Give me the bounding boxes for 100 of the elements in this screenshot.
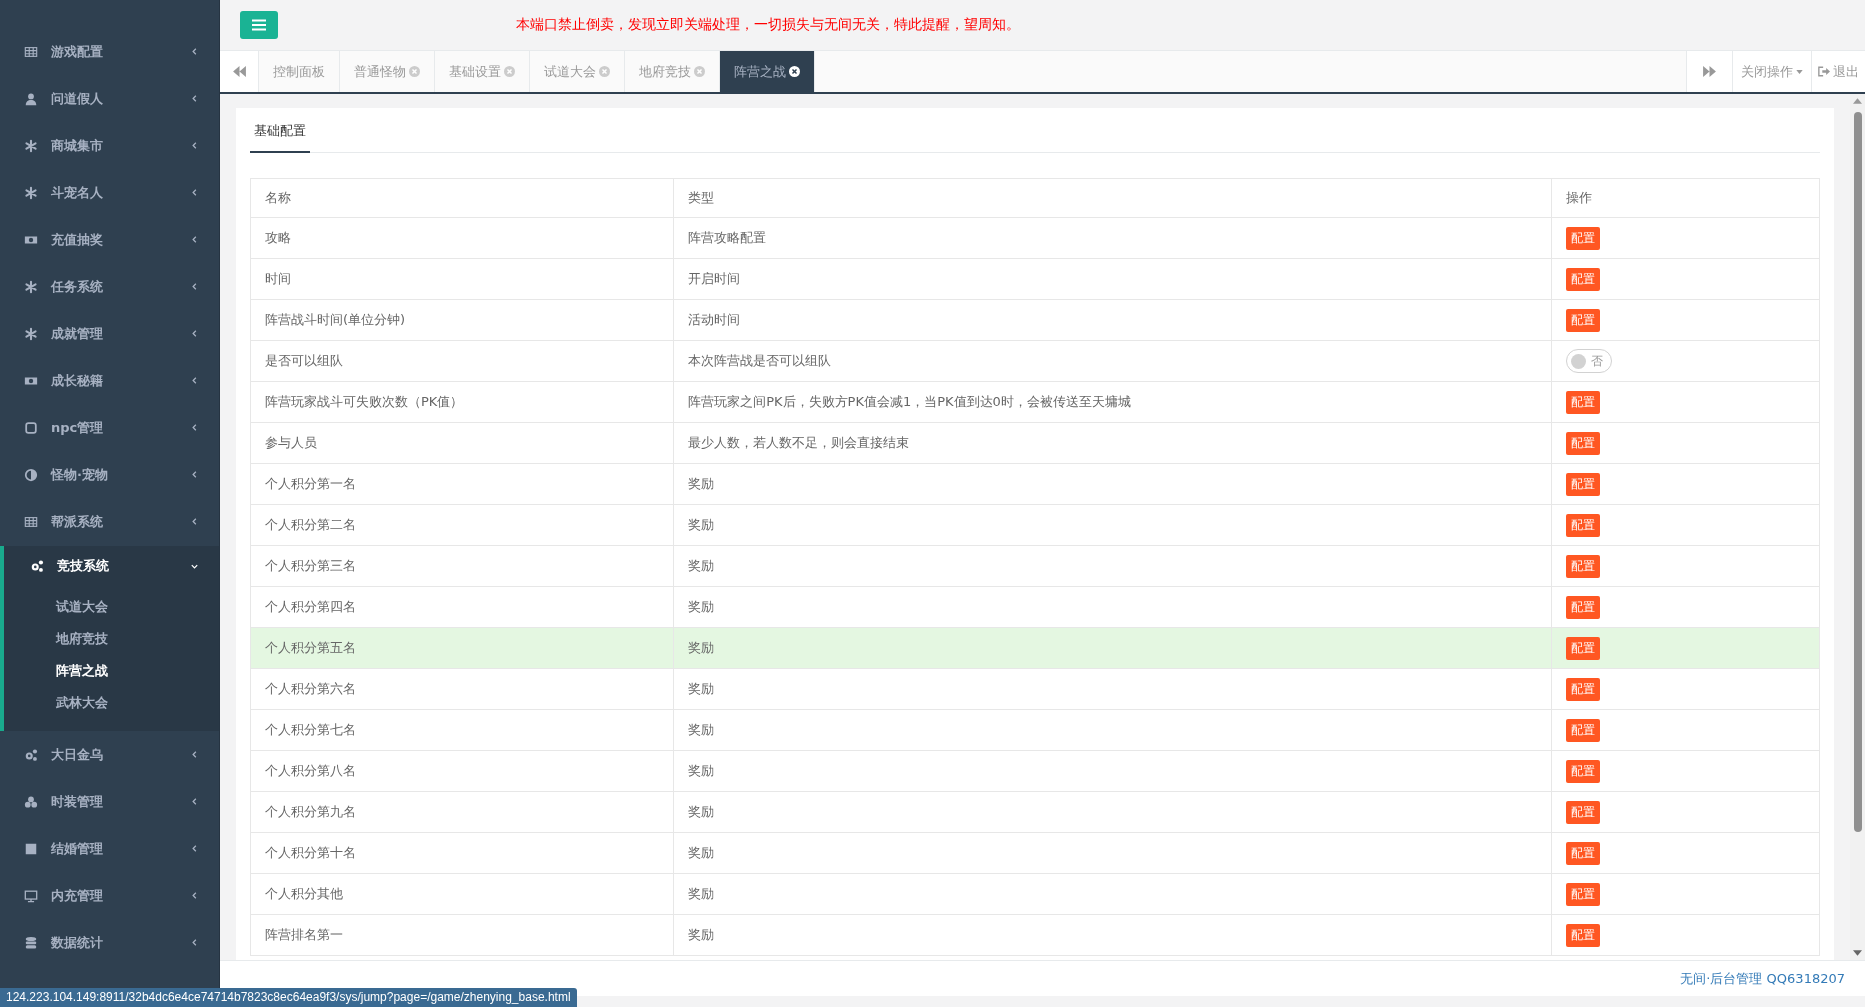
table-cell: 个人积分第九名	[250, 791, 674, 833]
config-button[interactable]: 配置	[1565, 800, 1600, 824]
config-button[interactable]: 配置	[1565, 390, 1600, 414]
scroll-up-icon[interactable]	[1853, 98, 1862, 104]
sidebar-item[interactable]: 竞技系统	[4, 546, 219, 586]
submenu-item[interactable]: 试道大会	[4, 591, 219, 623]
table-cell: 个人积分第三名	[250, 545, 674, 587]
sidebar-item[interactable]: 斗宠名人	[0, 169, 219, 216]
chevron-icon	[190, 844, 199, 853]
config-button[interactable]: 配置	[1565, 431, 1600, 455]
sidebar-item[interactable]: 数据统计	[0, 919, 219, 966]
sidebar-item[interactable]: 任务系统	[0, 263, 219, 310]
config-button[interactable]: 配置	[1565, 841, 1600, 865]
table-cell: 阵营排名第一	[250, 914, 674, 956]
table-cell: 奖励	[673, 750, 1552, 792]
chevron-icon	[190, 141, 199, 150]
user-icon	[24, 91, 38, 106]
close-icon[interactable]	[789, 66, 800, 77]
sidebar-item[interactable]: 内充管理	[0, 872, 219, 919]
config-button[interactable]: 配置	[1565, 595, 1600, 619]
column-header: 类型	[673, 178, 1552, 218]
sidebar-item[interactable]: npc管理	[0, 404, 219, 451]
table-cell: 奖励	[673, 545, 1552, 587]
scroll-left-button[interactable]	[220, 51, 259, 92]
table-cell: 是否可以组队	[250, 340, 674, 382]
sidebar-item[interactable]: 商城集市	[0, 122, 219, 169]
table-cell: 阵营玩家之间PK后，失败方PK值会减1，当PK值到达0时，会被传送至天墉城	[673, 381, 1552, 423]
submenu-item[interactable]: 地府竞技	[4, 623, 219, 655]
chevron-icon	[190, 329, 199, 338]
menu-button[interactable]	[240, 11, 278, 39]
page-tab[interactable]: 基础设置	[435, 51, 530, 92]
table-cell: 奖励	[673, 914, 1552, 956]
notice-text: 本端口禁止倒卖，发现立即关端处理，一切损失与无间无关，特此提醒，望周知。	[516, 16, 1020, 34]
chevron-icon	[190, 938, 199, 947]
scroll-right-button[interactable]	[1686, 51, 1733, 92]
double-right-arrow-icon	[1703, 66, 1716, 77]
status-url: 124.223.104.149:8911/32b4dc6e4ce74714b7823c8ec64ea9f3/sys/jump?page=/game/zhenying_base.html	[0, 988, 577, 1007]
scroll-down-icon[interactable]	[1853, 950, 1862, 956]
sidebar-item[interactable]: 结婚管理	[0, 825, 219, 872]
submenu-item[interactable]: 武林大会	[4, 687, 219, 719]
footer-text: 无间·后台管理 QQ6318207	[1680, 969, 1845, 988]
chevron-icon	[190, 750, 199, 759]
submenu-item[interactable]: 阵营之战	[4, 655, 219, 687]
config-button[interactable]: 配置	[1565, 677, 1600, 701]
table-cell: 个人积分其他	[250, 873, 674, 915]
config-button[interactable]: 配置	[1565, 226, 1600, 250]
table-cell: 个人积分第八名	[250, 750, 674, 792]
config-button[interactable]: 配置	[1565, 267, 1600, 291]
sidebar-item[interactable]: 成就管理	[0, 310, 219, 357]
config-button[interactable]: 配置	[1565, 923, 1600, 947]
config-button[interactable]: 配置	[1565, 882, 1600, 906]
sidebar-item[interactable]: 时装管理	[0, 778, 219, 825]
table-cell: 本次阵营战是否可以组队	[673, 340, 1552, 382]
caret-icon	[1796, 69, 1803, 74]
sidebar-item[interactable]: 帮派系统	[0, 498, 219, 545]
table-cell: 参与人员	[250, 422, 674, 464]
table-cell: 最少人数，若人数不足，则会直接结束	[673, 422, 1552, 464]
asterisk-icon	[24, 138, 38, 153]
grid-icon	[24, 44, 38, 59]
chevron-icon	[190, 47, 199, 56]
page-tab[interactable]: 普通怪物	[340, 51, 435, 92]
page-tab[interactable]: 控制面板	[259, 51, 340, 92]
config-button[interactable]: 配置	[1565, 554, 1600, 578]
sidebar-item[interactable]: 怪物·宠物	[0, 451, 219, 498]
sidebar-item[interactable]: 成长秘籍	[0, 357, 219, 404]
logout-button[interactable]: 退出	[1812, 51, 1865, 92]
config-button[interactable]: 配置	[1565, 308, 1600, 332]
chevron-icon	[190, 376, 199, 385]
column-header: 操作	[1551, 178, 1820, 218]
sidebar-item[interactable]: 充值抽奖	[0, 216, 219, 263]
panel-tab[interactable]: 基础配置	[250, 110, 310, 153]
config-button[interactable]: 配置	[1565, 472, 1600, 496]
config-button[interactable]: 配置	[1565, 636, 1600, 660]
config-button[interactable]: 配置	[1565, 759, 1600, 783]
table-cell: 奖励	[673, 873, 1552, 915]
config-button[interactable]: 配置	[1565, 513, 1600, 537]
sidebar-item[interactable]: 游戏配置	[0, 28, 219, 75]
table-cell: 个人积分第六名	[250, 668, 674, 710]
chevron-icon	[190, 517, 199, 526]
scrollbar-thumb[interactable]	[1853, 112, 1862, 832]
sidebar-item[interactable]: 问道假人	[0, 75, 219, 122]
page-tab[interactable]: 阵营之战	[720, 51, 815, 92]
table-cell: 奖励	[673, 709, 1552, 751]
config-button[interactable]: 配置	[1565, 718, 1600, 742]
table-cell: 活动时间	[673, 299, 1552, 341]
table-cell: 奖励	[673, 586, 1552, 628]
close-operations-dropdown[interactable]: 关闭操作	[1733, 51, 1812, 92]
sidebar-item[interactable]: 大日金乌	[0, 731, 219, 778]
table-cell: 个人积分第四名	[250, 586, 674, 628]
table-cell: 开启时间	[673, 258, 1552, 300]
cubes-icon	[24, 794, 38, 809]
page-tab[interactable]: 试道大会	[530, 51, 625, 92]
table-cell: 阵营玩家战斗可失败次数（PK值）	[250, 381, 674, 423]
table-cell: 奖励	[673, 504, 1552, 546]
tile-icon	[24, 841, 38, 856]
menu-icon	[252, 19, 266, 31]
table-cell: 个人积分第二名	[250, 504, 674, 546]
table-cell: 奖励	[673, 832, 1552, 874]
monitor-icon	[24, 888, 38, 903]
column-header: 名称	[250, 178, 674, 218]
